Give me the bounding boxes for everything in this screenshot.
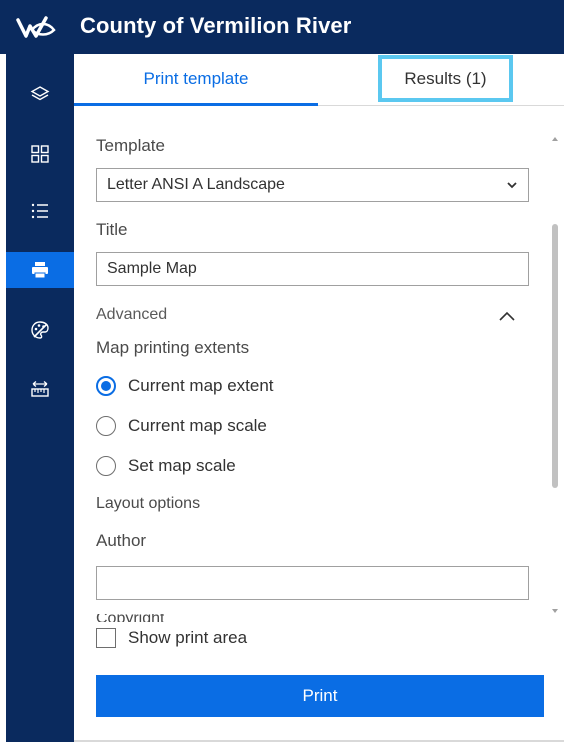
radio-current-map-scale[interactable]: Current map scale — [96, 414, 267, 438]
grid-button[interactable] — [6, 136, 74, 172]
radio-label: Set map scale — [128, 456, 236, 475]
radio-label: Current map scale — [128, 416, 267, 435]
layers-icon — [30, 86, 50, 101]
show-print-area-label: Show print area — [128, 628, 248, 647]
print-icon — [32, 262, 48, 279]
county-logo-icon — [16, 16, 56, 38]
list-icon — [31, 203, 48, 219]
print-button-rail[interactable] — [6, 252, 74, 288]
scroll-thumb[interactable] — [552, 224, 558, 488]
print-tabs: Print template Results (1) — [74, 54, 564, 106]
radio-label: Current map extent — [128, 376, 274, 395]
layout-options-label: Layout options — [96, 495, 201, 512]
tab-results[interactable]: Results (1) — [378, 55, 513, 102]
legend-list-button[interactable] — [6, 193, 74, 229]
extents-label: Map printing extents — [96, 338, 250, 357]
scroll-down-arrow-icon[interactable] — [551, 608, 559, 614]
layers-button[interactable] — [6, 76, 74, 112]
show-print-area-toggle[interactable]: Show print area — [96, 628, 247, 648]
measure-icon — [31, 381, 49, 397]
copyright-label: Copyright — [96, 614, 164, 622]
chevron-up-icon[interactable] — [498, 309, 516, 323]
radio-button[interactable] — [96, 416, 116, 436]
grid-icon — [31, 145, 49, 163]
measure-button[interactable] — [6, 371, 74, 407]
title-label: Title — [96, 220, 128, 239]
template-label: Template — [96, 136, 165, 155]
tab-print-template[interactable]: Print template — [74, 54, 318, 106]
print-panel: Print template Results (1) Template Lett… — [74, 54, 564, 742]
advanced-toggle[interactable]: Advanced — [96, 306, 167, 324]
title-input[interactable]: Sample Map — [96, 252, 529, 286]
scroll-up-arrow-icon[interactable] — [551, 136, 559, 142]
template-value: Letter ANSI A Landscape — [107, 176, 285, 193]
chevron-down-icon — [507, 182, 517, 189]
basemap-button[interactable] — [6, 312, 74, 348]
radio-button[interactable] — [96, 376, 116, 396]
radio-current-map-extent[interactable]: Current map extent — [96, 374, 274, 398]
form-scrollbar[interactable] — [550, 136, 560, 616]
palette-icon — [31, 321, 49, 339]
template-select[interactable]: Letter ANSI A Landscape — [96, 168, 529, 202]
author-input[interactable] — [96, 566, 529, 600]
author-label: Author — [96, 531, 147, 550]
radio-set-map-scale[interactable]: Set map scale — [96, 454, 236, 478]
action-rail — [6, 54, 74, 742]
checkbox[interactable] — [96, 628, 116, 648]
app-title: County of Vermilion River — [80, 13, 352, 38]
app-header: County of Vermilion River — [0, 0, 564, 54]
print-button[interactable]: Print — [96, 675, 544, 717]
radio-button[interactable] — [96, 456, 116, 476]
title-value: Sample Map — [107, 260, 197, 277]
